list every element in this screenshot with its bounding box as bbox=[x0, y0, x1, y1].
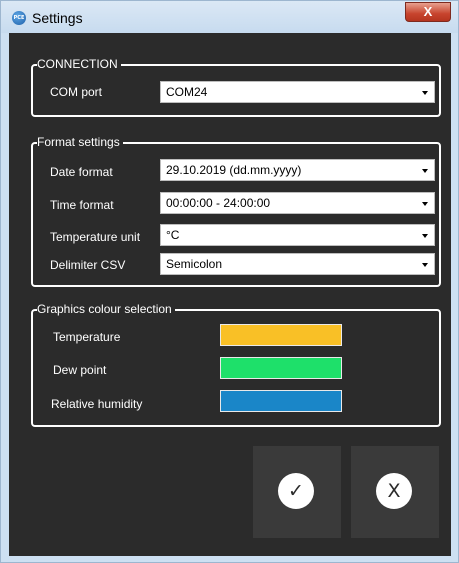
com-port-label: COM port bbox=[50, 85, 103, 99]
time-format-label: Time format bbox=[50, 198, 114, 212]
date-format-label: Date format bbox=[50, 165, 113, 179]
temperature-unit-value: °C bbox=[166, 228, 180, 242]
delimiter-csv-select[interactable]: Semicolon bbox=[160, 253, 435, 275]
connection-legend: CONNECTION bbox=[37, 57, 121, 71]
window-title: Settings bbox=[32, 10, 83, 26]
format-settings-legend: Format settings bbox=[37, 135, 123, 149]
com-port-value: COM24 bbox=[166, 85, 208, 99]
close-icon: X bbox=[376, 473, 412, 509]
graphics-colour-legend: Graphics colour selection bbox=[37, 302, 175, 316]
chevron-down-icon bbox=[422, 169, 428, 173]
date-format-value: 29.10.2019 (dd.mm.yyyy) bbox=[166, 163, 302, 177]
delimiter-csv-value: Semicolon bbox=[166, 257, 223, 271]
humidity-colour-label: Relative humidity bbox=[51, 397, 143, 411]
temperature-unit-select[interactable]: °C bbox=[160, 224, 435, 246]
title-bar[interactable]: PCE Settings X bbox=[1, 1, 458, 33]
date-format-select[interactable]: 29.10.2019 (dd.mm.yyyy) bbox=[160, 159, 435, 181]
settings-window: PCE Settings X CONNECTION COM port COM24… bbox=[0, 0, 459, 563]
checkmark-icon: ✓ bbox=[278, 473, 314, 509]
chevron-down-icon bbox=[422, 91, 428, 95]
ok-button[interactable]: ✓ bbox=[253, 446, 341, 538]
com-port-select[interactable]: COM24 bbox=[160, 81, 435, 103]
chevron-down-icon bbox=[422, 234, 428, 238]
temperature-colour-label: Temperature bbox=[53, 330, 121, 344]
settings-panel: CONNECTION COM port COM24 Format setting… bbox=[9, 33, 451, 556]
time-format-value: 00:00:00 - 24:00:00 bbox=[166, 196, 271, 210]
delimiter-csv-label: Delimiter CSV bbox=[50, 258, 126, 272]
chevron-down-icon bbox=[422, 202, 428, 206]
app-logo-icon: PCE bbox=[12, 11, 26, 25]
humidity-colour-swatch[interactable] bbox=[220, 390, 342, 412]
temperature-unit-label: Temperature unit bbox=[50, 230, 141, 244]
time-format-select[interactable]: 00:00:00 - 24:00:00 bbox=[160, 192, 435, 214]
cancel-button[interactable]: X bbox=[351, 446, 439, 538]
chevron-down-icon bbox=[422, 263, 428, 267]
dew-point-colour-label: Dew point bbox=[53, 363, 107, 377]
close-button[interactable]: X bbox=[405, 2, 451, 22]
temperature-colour-swatch[interactable] bbox=[220, 324, 342, 346]
dew-point-colour-swatch[interactable] bbox=[220, 357, 342, 379]
